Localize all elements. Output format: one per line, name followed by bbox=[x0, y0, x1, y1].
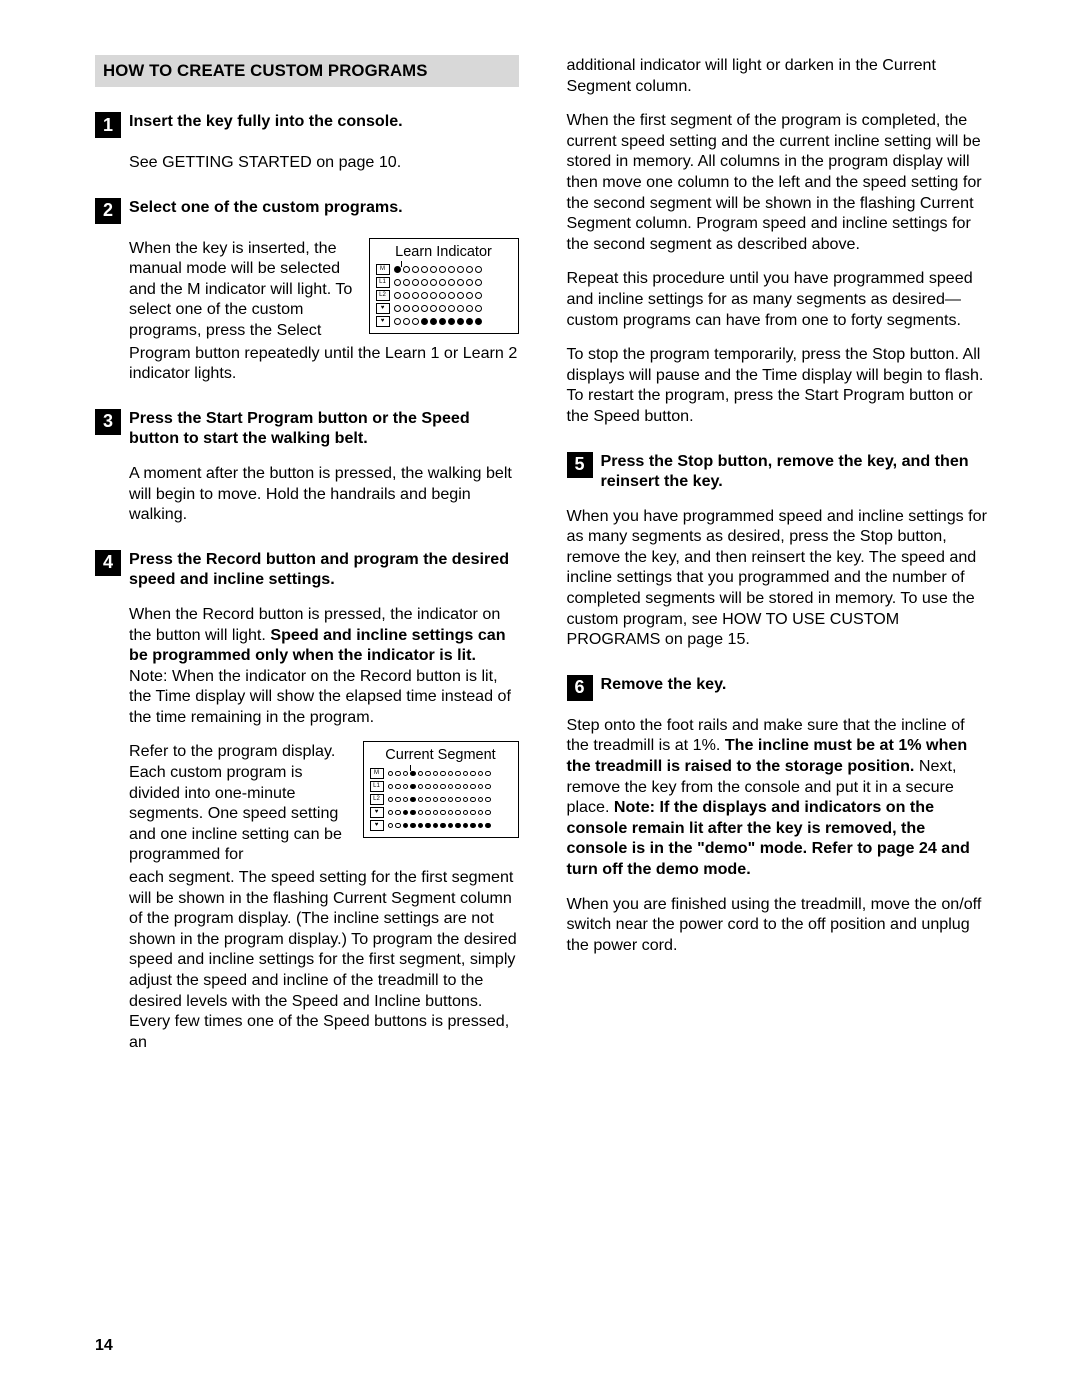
left-column: HOW TO CREATE CUSTOM PROGRAMS 1 Insert t… bbox=[95, 55, 519, 1052]
row-label: M bbox=[376, 264, 390, 275]
learn-indicator-diagram: Learn Indicator M L1 L2 ♥ ♥ bbox=[369, 238, 519, 335]
page-number: 14 bbox=[95, 1337, 113, 1355]
step-number-badge: 3 bbox=[95, 409, 121, 435]
step-title: Press the Stop button, remove the key, a… bbox=[601, 451, 991, 492]
step-number-badge: 5 bbox=[567, 452, 593, 478]
step-4: 4 Press the Record button and program th… bbox=[95, 549, 519, 1053]
step-body: Step onto the foot rails and make sure t… bbox=[567, 715, 991, 880]
right-column: additional indicator will light or darke… bbox=[567, 55, 991, 1052]
continuation-text: Repeat this procedure until you have pro… bbox=[567, 268, 991, 330]
step-title: Select one of the custom programs. bbox=[129, 197, 403, 218]
row-label: ♥ bbox=[370, 820, 384, 831]
step-body: Learn Indicator M L1 L2 ♥ ♥ When the key… bbox=[129, 238, 519, 341]
row-label: ♥ bbox=[376, 316, 390, 327]
body-text: When the key is in­serted, the manual mo… bbox=[129, 239, 352, 339]
diagram-title: Learn Indicator bbox=[395, 244, 492, 260]
step-title: Press the Start Program button or the Sp… bbox=[129, 408, 519, 449]
body-text: Note: When the indicator on the Record b… bbox=[129, 667, 511, 726]
step-title: Remove the key. bbox=[601, 674, 727, 695]
manual-page: HOW TO CREATE CUSTOM PROGRAMS 1 Insert t… bbox=[0, 0, 1080, 1397]
step-title: Press the Record button and program the … bbox=[129, 549, 519, 590]
step-6: 6 Remove the key. Step onto the foot rai… bbox=[567, 674, 991, 956]
body-text-bold: Note: If the displays and indicators on … bbox=[567, 798, 970, 878]
step-number-badge: 2 bbox=[95, 198, 121, 224]
continuation-text: When the first segment of the program is… bbox=[567, 110, 991, 254]
step-body: A moment after the button is pressed, th… bbox=[129, 463, 519, 525]
row-label: M bbox=[370, 768, 384, 779]
section-heading: HOW TO CREATE CUSTOM PROGRAMS bbox=[95, 55, 519, 87]
body-text: each segment. The speed setting for the … bbox=[129, 867, 519, 1052]
step-1: 1 Insert the key fully into the console.… bbox=[95, 111, 519, 173]
step-2: 2 Select one of the custom programs. Lea… bbox=[95, 197, 519, 384]
diagram-title: Current Segment bbox=[385, 747, 495, 763]
two-column-layout: HOW TO CREATE CUSTOM PROGRAMS 1 Insert t… bbox=[95, 55, 990, 1052]
body-text: Program button repeatedly until the Lear… bbox=[129, 343, 519, 384]
row-label: L2 bbox=[370, 794, 384, 805]
step-number-badge: 4 bbox=[95, 550, 121, 576]
row-label: ♥ bbox=[376, 303, 390, 314]
step-body: When the Record button is pressed, the i… bbox=[129, 604, 519, 728]
continuation-text: To stop the program temporarily, press t… bbox=[567, 344, 991, 426]
row-label: L1 bbox=[376, 277, 390, 288]
step-3: 3 Press the Start Program button or the … bbox=[95, 408, 519, 525]
step-5: 5 Press the Stop button, remove the key,… bbox=[567, 451, 991, 650]
step-body: When you are finished using the treadmil… bbox=[567, 894, 991, 956]
row-label: ♥ bbox=[370, 807, 384, 818]
row-label: L1 bbox=[370, 781, 384, 792]
step-body: See GETTING STARTED on page 10. bbox=[129, 152, 519, 173]
step-body: Current Segment M L1 L2 ♥ ♥ Refer to the… bbox=[129, 741, 519, 865]
continuation-text: additional indicator will light or darke… bbox=[567, 55, 991, 96]
step-number-badge: 1 bbox=[95, 112, 121, 138]
row-label: L2 bbox=[376, 290, 390, 301]
step-body: When you have programmed speed and incli… bbox=[567, 506, 991, 650]
step-title: Insert the key fully into the console. bbox=[129, 111, 403, 132]
body-text: Refer to the program display. Each custo… bbox=[129, 742, 342, 863]
step-number-badge: 6 bbox=[567, 675, 593, 701]
current-segment-diagram: Current Segment M L1 L2 ♥ ♥ bbox=[363, 741, 519, 838]
